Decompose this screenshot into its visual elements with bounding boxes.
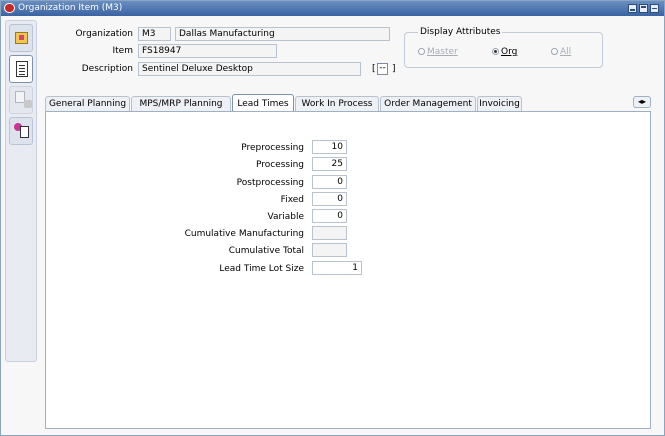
radio-all-label: All xyxy=(560,47,572,57)
radio-org-label: Org xyxy=(501,47,518,57)
lead-time-lot-size-label: Lead Time Lot Size xyxy=(219,264,304,274)
processing-field[interactable]: 25 xyxy=(312,157,347,171)
radio-master-dot xyxy=(418,48,425,55)
multi-list-icon xyxy=(14,123,30,139)
fixed-field[interactable]: 0 xyxy=(312,192,347,206)
multi-list-button[interactable] xyxy=(9,117,33,145)
document-icon xyxy=(15,91,32,108)
item-label: Item xyxy=(112,46,134,56)
descriptive-flexfield-button[interactable]: -- xyxy=(377,63,388,75)
left-toolbar xyxy=(5,20,37,362)
radio-org[interactable]: Org xyxy=(492,46,517,58)
close-icon[interactable] xyxy=(650,4,659,13)
postprocessing-field[interactable]: 0 xyxy=(312,175,347,189)
title-bar[interactable]: Organization Item (M3) xyxy=(1,1,664,16)
item-icon xyxy=(15,32,28,44)
organization-name-field[interactable]: Dallas Manufacturing xyxy=(175,27,390,41)
list-icon xyxy=(16,61,28,77)
list-button[interactable] xyxy=(9,55,33,83)
minimize-icon[interactable] xyxy=(628,4,637,13)
radio-master[interactable]: Master xyxy=(418,46,458,58)
preprocessing-label: Preprocessing xyxy=(241,143,304,153)
processing-label: Processing xyxy=(255,160,304,170)
radio-all[interactable]: All xyxy=(551,46,571,58)
variable-label: Variable xyxy=(267,212,304,222)
postprocessing-label: Postprocessing xyxy=(236,178,304,188)
oracle-app-icon xyxy=(4,3,15,13)
tab-order-management[interactable]: Order Management xyxy=(380,96,476,111)
tab-invoicing[interactable]: Invoicing xyxy=(477,96,522,111)
description-field[interactable]: Sentinel Deluxe Desktop xyxy=(138,62,361,76)
item-button[interactable] xyxy=(9,24,33,52)
lead-time-lot-size-field[interactable]: 1 xyxy=(312,261,362,275)
display-attributes-title: Display Attributes xyxy=(418,26,503,38)
organization-label: Organization xyxy=(75,29,133,39)
item-field[interactable]: FS18947 xyxy=(138,44,277,58)
variable-field[interactable]: 0 xyxy=(312,209,347,223)
flex-bracket-close: ] xyxy=(392,64,396,74)
tab-general-planning[interactable]: General Planning xyxy=(45,96,130,111)
window-title: Organization Item (M3) xyxy=(18,3,123,13)
tab-scroll-button[interactable]: ◂▸ xyxy=(633,96,651,108)
cumulative-manufacturing-field[interactable] xyxy=(312,226,347,240)
fixed-label: Fixed xyxy=(280,195,304,205)
cumulative-manufacturing-label: Cumulative Manufacturing xyxy=(184,229,304,239)
document-button[interactable] xyxy=(9,86,33,114)
maximize-icon[interactable] xyxy=(639,4,648,13)
tab-mps-mrp-planning[interactable]: MPS/MRP Planning xyxy=(131,96,231,111)
radio-master-label: Master xyxy=(427,47,458,57)
radio-org-dot xyxy=(492,48,499,55)
tab-work-in-process[interactable]: Work In Process xyxy=(295,96,379,111)
organization-code-field[interactable]: M3 xyxy=(138,27,171,41)
preprocessing-field[interactable]: 10 xyxy=(312,140,347,154)
tab-lead-times[interactable]: Lead Times xyxy=(232,94,294,112)
radio-all-dot xyxy=(551,48,558,55)
flex-bracket-open: [ xyxy=(372,64,376,74)
cumulative-total-field[interactable] xyxy=(312,243,347,257)
description-label: Description xyxy=(81,64,133,74)
cumulative-total-label: Cumulative Total xyxy=(228,246,304,256)
